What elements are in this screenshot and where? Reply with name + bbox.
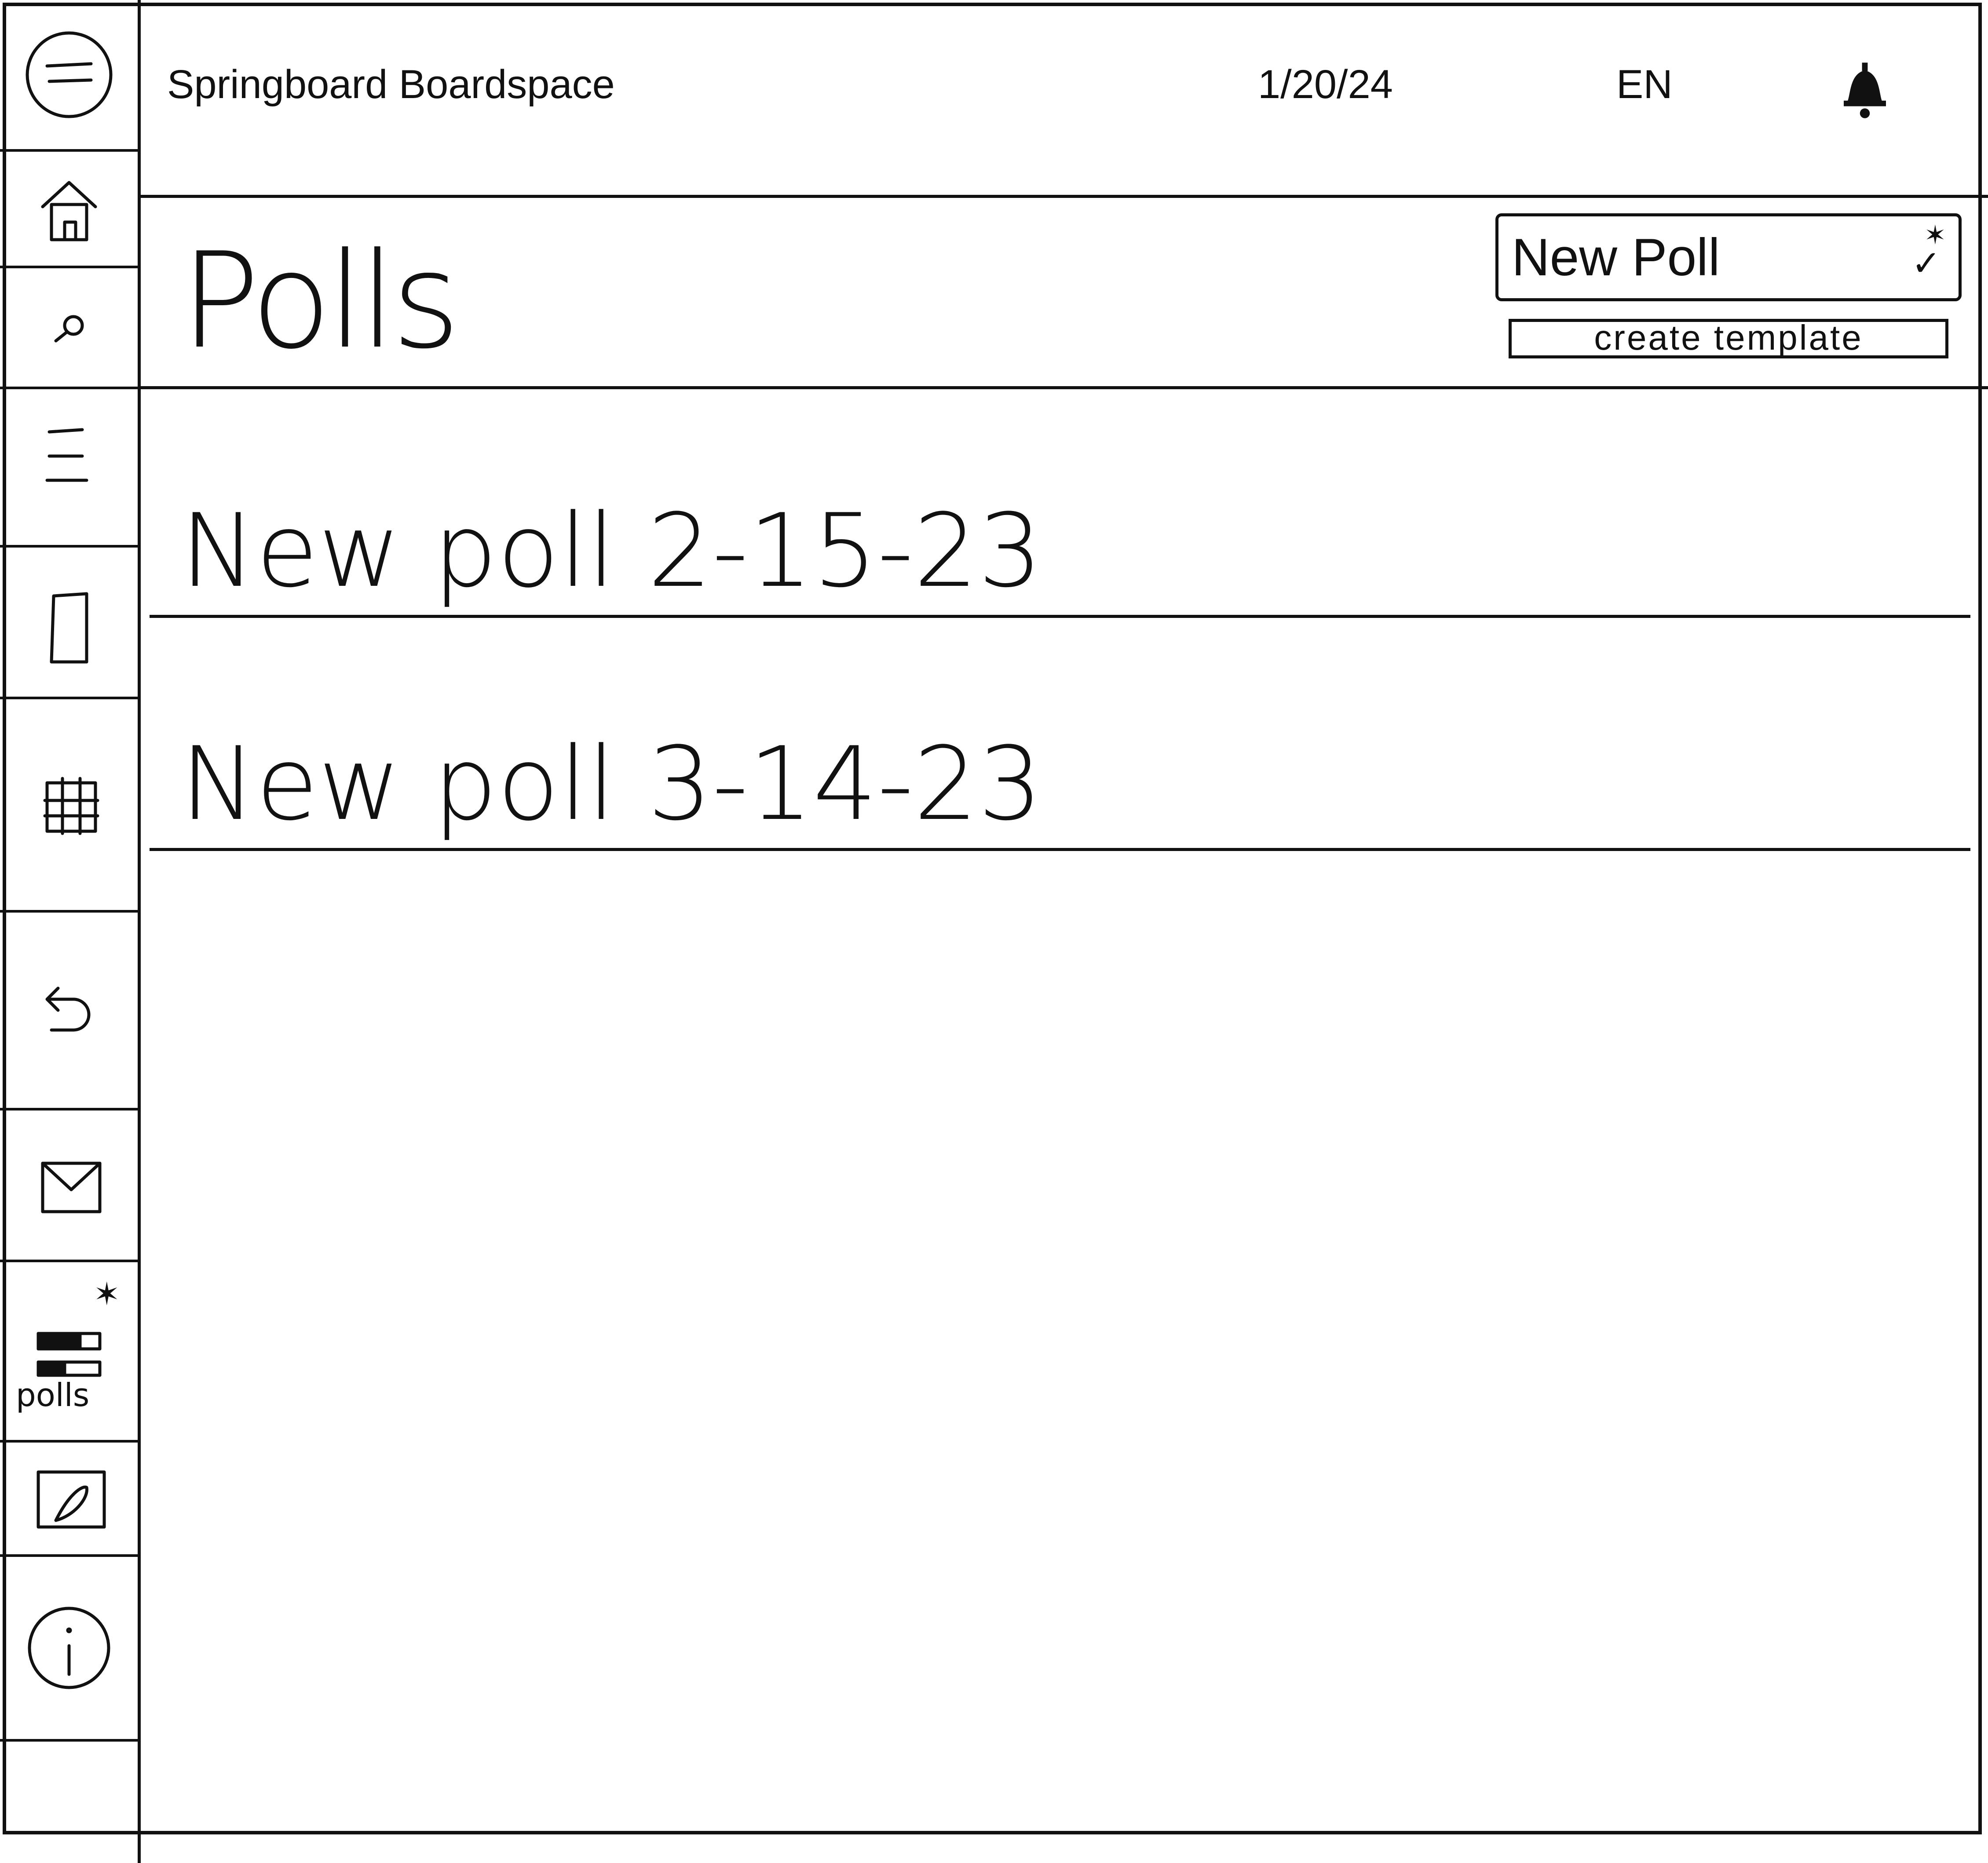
- sidebar-item-search[interactable]: [0, 268, 138, 389]
- search-icon: [54, 315, 84, 342]
- app-title: Springboard Boardspace: [167, 62, 615, 107]
- new-poll-select-value: New Poll: [1512, 228, 1720, 287]
- list-icon: [45, 428, 88, 482]
- chevron-down-icon: ✓: [1911, 244, 1941, 283]
- document-icon: [50, 592, 88, 663]
- poll-list: New poll 2-15-23 New poll 3-14-23: [141, 389, 1988, 851]
- sidebar-item-mail[interactable]: [0, 1110, 138, 1262]
- sidebar-item-grid[interactable]: [0, 699, 138, 913]
- new-poll-select[interactable]: New Poll ✶ ✓: [1495, 213, 1962, 301]
- info-icon: [28, 1607, 110, 1689]
- mail-icon: [41, 1162, 101, 1213]
- star-icon: ✶: [93, 1277, 120, 1312]
- grid-icon: [43, 777, 99, 835]
- sidebar-item-info[interactable]: [0, 1557, 138, 1742]
- sidebar-item-undo[interactable]: [0, 913, 138, 1110]
- create-template-button[interactable]: create template: [1509, 319, 1948, 358]
- language-selector[interactable]: EN: [1616, 62, 1673, 108]
- poll-name: New poll 2-15-23: [180, 493, 1043, 610]
- current-date: 1/20/24: [1258, 62, 1393, 107]
- sidebar-item-documents[interactable]: [0, 548, 138, 699]
- poll-row[interactable]: New poll 3-14-23: [141, 618, 1988, 851]
- sidebar-item-edit[interactable]: [0, 1443, 138, 1557]
- poll-name: New poll 3-14-23: [180, 726, 1043, 843]
- sidebar-item-menu[interactable]: [0, 0, 138, 152]
- undo-icon: [45, 986, 90, 1032]
- page-header: Polls New Poll ✶ ✓ create template: [141, 198, 1988, 389]
- divider: [150, 615, 1970, 618]
- sidebar-item-home[interactable]: [0, 152, 138, 268]
- sidebar: ✶ polls: [0, 0, 141, 1863]
- sidebar-item-list[interactable]: [0, 389, 138, 548]
- divider: [150, 848, 1970, 851]
- poll-row[interactable]: New poll 2-15-23: [141, 389, 1988, 618]
- top-bar: Springboard Boardspace 1/20/24 EN: [141, 0, 1988, 198]
- page-title: Polls: [180, 224, 460, 378]
- home-icon: [41, 181, 97, 241]
- edit-icon: [37, 1470, 106, 1529]
- sidebar-item-polls[interactable]: ✶ polls: [0, 1262, 138, 1443]
- menu-icon: [26, 31, 112, 118]
- bell-icon[interactable]: [1830, 53, 1900, 123]
- sidebar-item-label: polls: [16, 1377, 90, 1414]
